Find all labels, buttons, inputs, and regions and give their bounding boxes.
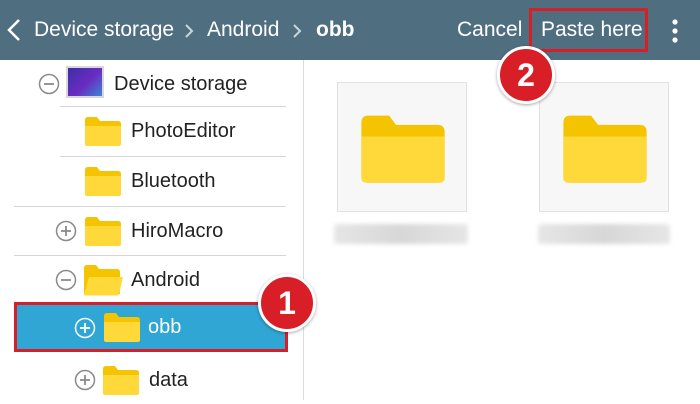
- step-2-badge: 2: [497, 46, 555, 104]
- collapse-icon[interactable]: [55, 269, 77, 291]
- storage-icon: [66, 66, 104, 98]
- folder-icon: [563, 115, 647, 183]
- tree-item-device-storage[interactable]: Device storage: [0, 60, 303, 108]
- tree-item-label: Android: [131, 269, 200, 291]
- folder-icon: [103, 366, 139, 395]
- tree-item-label: PhotoEditor: [131, 120, 236, 142]
- tree-item-data[interactable]: data: [0, 356, 303, 404]
- breadcrumb-android[interactable]: Android: [207, 0, 279, 60]
- collapse-icon[interactable]: [38, 73, 60, 95]
- breadcrumb-separator-icon: [293, 24, 302, 38]
- paste-here-highlight: [529, 8, 648, 52]
- back-chevron-icon[interactable]: [6, 18, 22, 42]
- folder-icon: [85, 117, 121, 146]
- tree-item-label: data: [149, 369, 188, 391]
- step-1-badge: 1: [258, 274, 316, 332]
- folder-tile[interactable]: [337, 82, 467, 212]
- folder-grid: [304, 60, 700, 400]
- folder-icon: [85, 217, 121, 246]
- blurred-folder-name: [334, 224, 468, 244]
- breadcrumb-separator-icon: [185, 24, 194, 38]
- folder-icon: [361, 115, 445, 183]
- blurred-folder-name: [538, 224, 670, 244]
- folder-tile[interactable]: [539, 82, 669, 212]
- obb-selection-highlight: [14, 302, 288, 352]
- breadcrumb-obb[interactable]: obb: [316, 0, 354, 60]
- tree-item-photoeditor[interactable]: PhotoEditor: [0, 107, 303, 155]
- expand-icon[interactable]: [74, 369, 96, 391]
- tree-item-label: Device storage: [114, 73, 248, 95]
- more-options-icon[interactable]: [671, 18, 679, 44]
- folder-icon: [85, 167, 121, 196]
- breadcrumb-device-storage[interactable]: Device storage: [34, 0, 174, 60]
- tree-item-hiromacro[interactable]: HiroMacro: [0, 207, 303, 255]
- expand-icon[interactable]: [55, 220, 77, 242]
- tree-item-label: Bluetooth: [131, 170, 216, 192]
- tree-item-label: HiroMacro: [131, 220, 224, 242]
- folder-open-icon: [84, 265, 123, 296]
- tree-item-bluetooth[interactable]: Bluetooth: [0, 157, 303, 205]
